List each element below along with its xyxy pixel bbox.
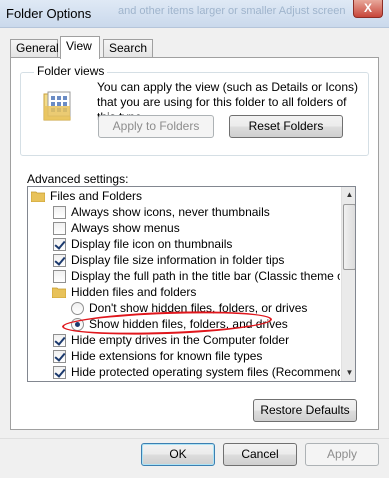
tab-general[interactable]: General (10, 39, 59, 58)
vertical-scrollbar[interactable]: ▲ ▼ (341, 187, 355, 381)
checkbox[interactable] (53, 222, 66, 235)
checkbox[interactable] (53, 366, 66, 379)
list-item-label: Display the full path in the title bar (… (71, 269, 340, 283)
scroll-up-arrow-icon[interactable]: ▲ (342, 187, 355, 203)
close-icon: X (363, 1, 372, 15)
window-title: Folder Options (6, 6, 92, 21)
advanced-settings-list[interactable]: Files and Folders Always show icons, nev… (27, 186, 356, 382)
list-item-label: Display file size information in folder … (71, 253, 285, 267)
apply-button[interactable]: Apply (305, 443, 379, 466)
list-item-label: Always show menus (71, 221, 180, 235)
list-item-label: Hide protected operating system files (R… (71, 365, 340, 379)
scrollbar-thumb[interactable] (343, 204, 355, 270)
background-window-text: and other items larger or smaller Adjust… (118, 5, 346, 17)
list-item: Files and Folders (28, 188, 340, 204)
radio-button[interactable] (71, 302, 84, 315)
checkbox[interactable] (53, 334, 66, 347)
list-item[interactable]: Hide extensions for known file types (28, 348, 340, 364)
folder-icon (31, 191, 45, 202)
list-item[interactable]: Display the full path in the title bar (… (28, 268, 340, 284)
advanced-settings-label: Advanced settings: (27, 172, 129, 186)
tab-general-label: General (16, 41, 59, 55)
tab-view[interactable]: View (60, 36, 100, 59)
footer-divider (0, 438, 389, 439)
tab-search[interactable]: Search (103, 39, 153, 58)
list-item-label: Hidden files and folders (71, 285, 197, 299)
checkbox[interactable] (53, 350, 66, 363)
list-item[interactable]: Always show menus (28, 220, 340, 236)
list-item: Hidden files and folders (28, 284, 340, 300)
ok-button[interactable]: OK (141, 443, 215, 466)
checkbox[interactable] (53, 238, 66, 251)
list-item[interactable]: Always show icons, never thumbnails (28, 204, 340, 220)
list-item[interactable]: Hide empty drives in the Computer folder (28, 332, 340, 348)
checkbox[interactable] (53, 254, 66, 267)
tab-view-label: View (66, 39, 92, 53)
tab-search-label: Search (109, 41, 148, 55)
list-item[interactable]: Display file size information in folder … (28, 252, 340, 268)
checkbox[interactable] (53, 206, 66, 219)
scroll-down-arrow-icon[interactable]: ▼ (342, 365, 355, 381)
list-item-label: Hide empty drives in the Computer folder (71, 333, 290, 347)
list-item-label: Files and Folders (50, 189, 143, 203)
folder-grid-icon (43, 91, 71, 121)
checkbox[interactable] (53, 270, 66, 283)
list-item-label: Hide extensions for known file types (71, 349, 263, 363)
title-bar: Folder Options and other items larger or… (0, 0, 389, 28)
folder-views-label: Folder views (34, 64, 108, 78)
list-item-label: Always show icons, never thumbnails (71, 205, 270, 219)
apply-to-folders-button[interactable]: Apply to Folders (98, 115, 214, 138)
list-item-label: Display file icon on thumbnails (71, 237, 233, 251)
list-item[interactable]: Hide protected operating system files (R… (28, 364, 340, 380)
close-button[interactable]: X (353, 0, 383, 18)
restore-defaults-button[interactable]: Restore Defaults (253, 399, 357, 422)
folder-icon (52, 287, 66, 298)
reset-folders-button[interactable]: Reset Folders (229, 115, 343, 138)
list-item[interactable]: Display file icon on thumbnails (28, 236, 340, 252)
cancel-button[interactable]: Cancel (223, 443, 297, 466)
